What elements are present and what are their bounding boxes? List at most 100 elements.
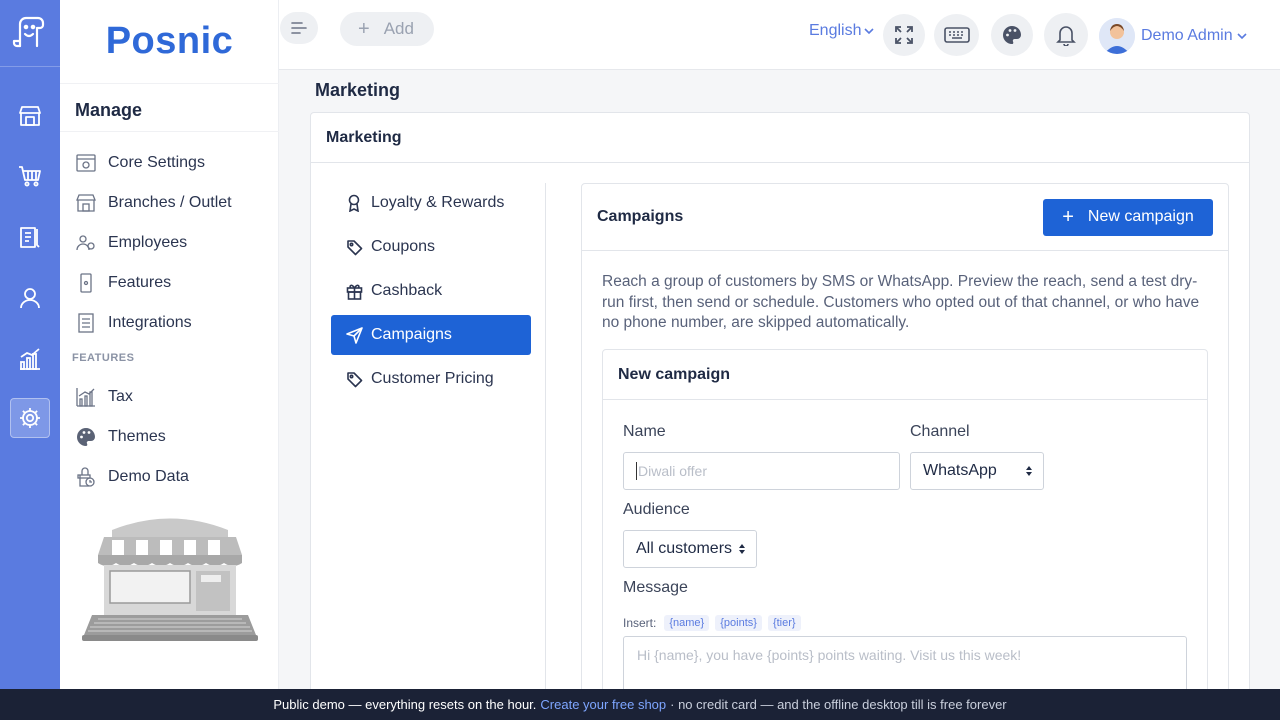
create-shop-link[interactable]: Create your free shop	[540, 697, 666, 712]
subnav-label: Loyalty & Rewards	[371, 194, 505, 211]
user-icon[interactable]	[10, 278, 50, 318]
subnav-item-coupons[interactable]: Coupons	[331, 227, 531, 267]
add-button-label: Add	[383, 19, 414, 38]
icon-sidebar	[0, 0, 60, 690]
select-arrows-icon	[1026, 466, 1032, 476]
theme-button[interactable]	[991, 14, 1033, 56]
subnav-item-loyalty[interactable]: Loyalty & Rewards	[331, 183, 531, 223]
subnav-item-campaigns[interactable]: Campaigns	[331, 315, 531, 355]
channel-select[interactable]: WhatsApp	[910, 452, 1044, 490]
insert-tag-points[interactable]: {points}	[715, 615, 762, 631]
campaigns-title: Campaigns	[597, 208, 684, 225]
insert-label: Insert:	[623, 616, 657, 630]
marketing-card: Marketing Loyalty & Rewards Coupons Cash…	[310, 112, 1250, 720]
new-campaign-label: New campaign	[1087, 208, 1194, 225]
sidebar-item-label: Core Settings	[108, 154, 205, 171]
sidebar-item-tax[interactable]: Tax	[75, 385, 133, 409]
new-campaign-button[interactable]: + New campaign	[1043, 198, 1213, 236]
subnav-label: Customer Pricing	[371, 370, 494, 387]
sidebar-item-features[interactable]: Features	[75, 271, 171, 295]
insert-tags: Insert: {name} {points} {tier}	[623, 615, 801, 631]
sidebar-item-label: Demo Data	[108, 468, 189, 485]
bell-icon	[1056, 26, 1076, 46]
subnav-item-customer-pricing[interactable]: Customer Pricing	[331, 359, 531, 399]
banner-rest-text: · no credit card — and the offline deskt…	[670, 697, 1007, 712]
notifications-button[interactable]	[1044, 13, 1088, 57]
brand-logo[interactable]: Posnic	[60, 0, 279, 84]
name-placeholder: Diwali offer	[638, 463, 707, 479]
subnav-label: Coupons	[371, 238, 436, 255]
phone-icon	[75, 272, 97, 294]
sidebar-item-demo-data[interactable]: Demo Data	[75, 465, 189, 489]
shop-illustration	[74, 515, 266, 645]
app-logo-icon[interactable]	[10, 12, 50, 52]
insert-tag-tier[interactable]: {tier}	[767, 615, 801, 631]
user-menu[interactable]: Demo Admin	[1099, 16, 1248, 56]
fullscreen-button[interactable]	[883, 14, 925, 56]
brand-name: Posnic	[105, 20, 234, 62]
divider	[60, 131, 279, 132]
select-arrows-icon	[739, 544, 745, 554]
demo-banner: Public demo — everything resets on the h…	[0, 689, 1280, 720]
divider	[0, 66, 60, 67]
language-label: English	[809, 22, 862, 39]
language-dropdown[interactable]: English	[809, 22, 875, 40]
sidebar-item-label: Features	[108, 274, 172, 291]
gear-icon[interactable]	[10, 398, 50, 438]
page-title: Marketing	[315, 80, 401, 100]
keyboard-button[interactable]	[934, 14, 979, 56]
text-caret	[636, 462, 637, 480]
sidebar-item-themes[interactable]: Themes	[75, 425, 166, 449]
sidebar-item-integrations[interactable]: Integrations	[75, 311, 192, 335]
store-icon[interactable]	[10, 96, 50, 136]
channel-value: WhatsApp	[923, 462, 997, 479]
sidebar-item-employees[interactable]: Employees	[75, 231, 187, 255]
keyboard-icon	[943, 27, 970, 43]
divider	[545, 183, 546, 713]
sidebar-item-label: Themes	[108, 428, 166, 445]
audience-select[interactable]: All customers	[623, 530, 757, 568]
employees-icon	[75, 232, 97, 254]
subnav-label: Cashback	[371, 282, 443, 299]
sidebar-item-label: Branches / Outlet	[108, 194, 232, 211]
plus-icon: +	[1062, 206, 1074, 228]
top-bar: + Add English Demo Admin	[279, 0, 1280, 70]
plus-icon: +	[358, 18, 370, 40]
banner-text: Public demo — everything resets on the h…	[273, 697, 537, 712]
sidebar-item-core-settings[interactable]: Core Settings	[75, 151, 205, 175]
form-title: New campaign	[603, 350, 1207, 400]
menu-toggle-button[interactable]	[280, 12, 318, 44]
name-label: Name	[623, 423, 666, 440]
sidebar-item-label: Tax	[108, 388, 133, 405]
subnav-label: Campaigns	[371, 326, 452, 343]
campaign-name-input[interactable]: Diwali offer	[623, 452, 900, 490]
list-icon	[75, 312, 97, 334]
settings-panel-icon	[75, 152, 97, 174]
subnav-item-cashback[interactable]: Cashback	[331, 271, 531, 311]
message-label: Message	[623, 579, 688, 596]
avatar	[1099, 18, 1135, 54]
tag-icon	[345, 370, 363, 388]
campaigns-description: Reach a group of customers by SMS or Wha…	[602, 273, 1200, 331]
insert-tag-name[interactable]: {name}	[664, 615, 710, 631]
sidebar-item-label: Integrations	[108, 314, 192, 331]
message-textarea[interactable]: Hi {name}, you have {points} points wait…	[623, 636, 1187, 696]
sidebar-item-label: Employees	[108, 234, 188, 251]
campaigns-header: Campaigns + New campaign	[582, 184, 1228, 251]
audience-value: All customers	[636, 540, 733, 557]
cart-icon[interactable]	[10, 156, 50, 196]
chart-icon[interactable]	[10, 339, 50, 379]
sidebar: Posnic Manage Core Settings Branches / O…	[60, 0, 279, 690]
chevron-down-icon	[864, 28, 875, 35]
message-placeholder: Hi {name}, you have {points} points wait…	[637, 647, 1022, 663]
tax-chart-icon	[75, 386, 97, 408]
add-button[interactable]: + Add	[340, 12, 434, 46]
clipboard-icon[interactable]	[10, 217, 50, 257]
new-campaign-form: New campaign Name Channel Diwali offer W…	[602, 349, 1208, 709]
fullscreen-icon	[895, 26, 913, 44]
sidebar-item-branches[interactable]: Branches / Outlet	[75, 191, 232, 215]
card-title: Marketing	[311, 113, 1249, 163]
palette-icon	[75, 426, 97, 448]
gift-icon	[345, 282, 363, 300]
sidebar-section-title: Manage	[75, 100, 143, 120]
